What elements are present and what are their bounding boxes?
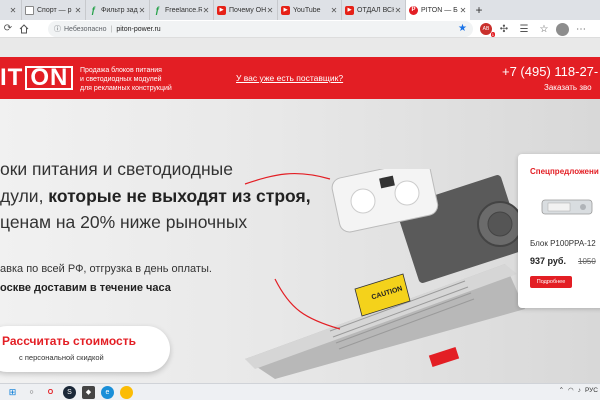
- offer-price: 937 руб.: [530, 256, 566, 266]
- close-icon[interactable]: ✕: [394, 6, 402, 15]
- close-icon[interactable]: ✕: [138, 6, 146, 15]
- piton-icon: P: [409, 5, 418, 15]
- product-illustration: CAUTION: [244, 169, 525, 379]
- tab-2[interactable]: ƒ Фильтр зад ✕: [86, 0, 150, 20]
- tab-5[interactable]: ▶ YouTube ✕: [278, 0, 342, 20]
- favorites-icon[interactable]: ☆: [536, 21, 552, 37]
- system-tray: ⌃ ◠ ♪ РУС: [559, 386, 598, 395]
- site-header: IT ON Продажа блоков питания и светодиод…: [0, 57, 600, 99]
- logo-text-right: ON: [25, 66, 74, 90]
- site-tagline: Продажа блоков питания и светодиодных мо…: [80, 66, 172, 93]
- moscow-delivery-bold: оскве доставим в течение часа: [0, 282, 171, 294]
- wifi-icon[interactable]: ◠: [568, 386, 574, 394]
- more-icon[interactable]: ⋯: [573, 21, 589, 37]
- close-icon[interactable]: ✕: [330, 6, 338, 15]
- game-icon[interactable]: ◆: [82, 385, 95, 399]
- steam-icon[interactable]: S: [63, 385, 76, 399]
- hero-section: оки питания и светодиодные дули, которые…: [0, 99, 600, 383]
- tab-6[interactable]: ▶ ОТДАЛ ВСЮ ✕: [342, 0, 406, 20]
- tab-7-active[interactable]: P PITON — Б ✕: [406, 0, 470, 20]
- tab-title: YouTube: [293, 6, 321, 14]
- chrome-icon[interactable]: [120, 385, 133, 399]
- tab-title: Фильтр зад: [101, 6, 138, 14]
- search-icon[interactable]: ○: [25, 386, 38, 399]
- youtube-icon: ▶: [281, 5, 290, 15]
- browser-toolbar: ⟳ ⓘ Небезопасно | piton-power.ru ★ AB 1 ✣…: [0, 20, 600, 38]
- site-logo[interactable]: IT ON: [0, 64, 74, 91]
- tab-title: PITON — Б: [421, 6, 458, 14]
- language-indicator[interactable]: РУС: [585, 387, 598, 394]
- tab-1[interactable]: Спорт — p ✕: [22, 0, 86, 20]
- tagline-line: для рекламных конструкций: [80, 85, 172, 92]
- close-icon[interactable]: ✕: [74, 6, 82, 15]
- chevron-up-icon[interactable]: ⌃: [559, 386, 564, 394]
- headline-line-1: оки питания и светодиодные: [0, 159, 233, 179]
- puzzle-icon[interactable]: ✣: [496, 21, 512, 37]
- youtube-icon: ▶: [345, 5, 354, 15]
- offer-title: Спецпредложени: [530, 167, 599, 176]
- tab-3[interactable]: ƒ Freelance.Ru ✕: [150, 0, 214, 20]
- home-icon[interactable]: [16, 21, 32, 37]
- refresh-icon[interactable]: ⟳: [0, 21, 16, 37]
- volume-icon[interactable]: ♪: [578, 387, 581, 394]
- supplier-link[interactable]: У вас уже есть поставщик?: [236, 73, 343, 83]
- moscow-delivery-text: оскве доставим в течение часа: [0, 282, 171, 294]
- collections-icon[interactable]: ☰: [516, 21, 532, 37]
- freelance-icon: ƒ: [90, 5, 96, 15]
- windows-start-icon[interactable]: ⊞: [6, 386, 19, 399]
- windows-taskbar: ⊞ ○ O S ◆ e ⌃ ◠ ♪ РУС: [0, 383, 600, 400]
- offer-product-image: [541, 199, 593, 215]
- address-separator: |: [110, 25, 113, 33]
- opera-icon[interactable]: O: [44, 386, 57, 399]
- close-icon[interactable]: ✕: [9, 6, 17, 15]
- logo-text-left: IT: [0, 64, 24, 91]
- delivery-text: авка по всей РФ, отгрузка в день оплаты.: [0, 263, 212, 275]
- phone-number[interactable]: +7 (495) 118-27-: [502, 64, 598, 79]
- tagline-line: и светодиодных модулей: [80, 76, 162, 83]
- toolbar-extensions: AB 1 ✣ ☰ ☆ ⋯: [480, 21, 589, 37]
- tab-title: ОТДАЛ ВСЮ: [357, 6, 394, 14]
- tab-title: Почему OH: [229, 6, 266, 14]
- new-tab-button[interactable]: +: [470, 0, 488, 20]
- edge-icon[interactable]: e: [101, 385, 114, 399]
- address-bar[interactable]: ⓘ Небезопасно | piton-power.ru ★: [48, 21, 473, 37]
- headline-part: дули,: [0, 186, 49, 206]
- freelance-icon: ƒ: [154, 5, 160, 15]
- tab-title: Спорт — p: [37, 6, 72, 14]
- offer-old-price: 1050: [578, 257, 596, 266]
- extension-count: 1: [490, 32, 495, 37]
- tagline-line: Продажа блоков питания: [80, 67, 162, 74]
- headline-line-3: ценам на 20% ниже рыночных: [0, 212, 248, 232]
- close-icon[interactable]: ✕: [459, 6, 467, 15]
- document-icon: [25, 5, 34, 15]
- calculate-cost-button[interactable]: Рассчитать стоимость с персональной скид…: [0, 326, 170, 372]
- avatar[interactable]: [556, 22, 569, 36]
- callback-link[interactable]: Заказать зво: [544, 83, 592, 92]
- close-icon[interactable]: ✕: [202, 6, 210, 15]
- youtube-icon: ▶: [217, 5, 226, 15]
- security-warning-icon: ⓘ: [54, 26, 61, 33]
- tab-title: Freelance.Ru: [165, 6, 202, 14]
- special-offer-card[interactable]: Спецпредложени Блок P100PPA-12 937 руб. …: [518, 154, 600, 308]
- tab-strip: ✕ Спорт — p ✕ ƒ Фильтр зад ✕ ƒ Freelance…: [0, 0, 600, 20]
- star-icon[interactable]: ★: [458, 23, 467, 34]
- cta-label: Рассчитать стоимость: [2, 334, 136, 348]
- close-icon[interactable]: ✕: [266, 6, 274, 15]
- tab-4[interactable]: ▶ Почему OH ✕: [214, 0, 278, 20]
- cta-sublabel: с персональной скидкой: [19, 353, 104, 362]
- tab-0[interactable]: ✕: [0, 0, 22, 20]
- offer-details-button[interactable]: Подробнее: [530, 276, 572, 288]
- url-text: piton-power.ru: [116, 25, 161, 33]
- adblock-icon[interactable]: AB 1: [480, 23, 495, 37]
- offer-product-name[interactable]: Блок P100PPA-12: [530, 239, 596, 248]
- security-label: Небезопасно: [64, 25, 107, 33]
